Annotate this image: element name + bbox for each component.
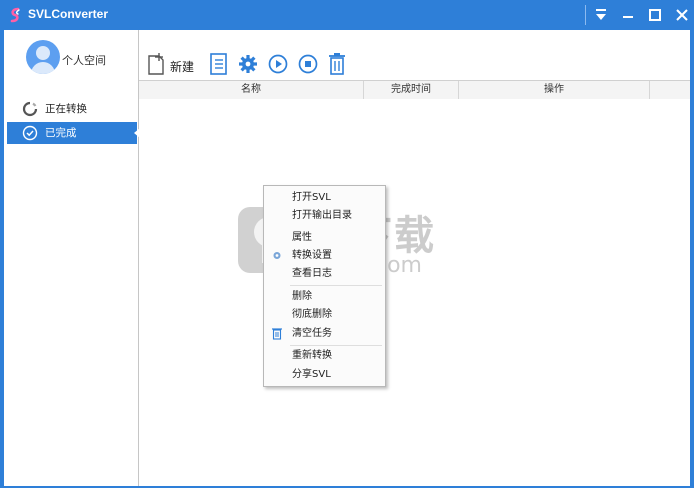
new-task-label: 新建 bbox=[170, 60, 195, 74]
avatar-head bbox=[36, 46, 50, 60]
menu-item-open-svl[interactable]: 打开SVL bbox=[292, 190, 331, 206]
menu-separator bbox=[290, 345, 382, 346]
menu-item-share-svl[interactable]: 分享SVL bbox=[292, 367, 331, 383]
settings-gear-icon bbox=[239, 55, 257, 73]
minimize-button[interactable] bbox=[614, 0, 642, 30]
task-list-area[interactable] bbox=[139, 99, 690, 488]
sidebar-item-label: 正在转换 bbox=[45, 103, 87, 115]
task-list-button[interactable] bbox=[209, 52, 229, 76]
menu-item-reconvert[interactable]: 重新转换 bbox=[292, 348, 332, 364]
title-separator bbox=[585, 5, 586, 25]
document-list-icon bbox=[210, 53, 227, 75]
dropdown-menu-icon bbox=[596, 9, 606, 20]
avatar-body bbox=[31, 62, 55, 74]
converting-spinner-icon bbox=[22, 101, 38, 117]
maximize-button[interactable] bbox=[641, 0, 669, 30]
avatar[interactable] bbox=[26, 40, 60, 74]
close-button[interactable] bbox=[668, 0, 694, 30]
maximize-icon bbox=[649, 9, 661, 21]
menu-item-convert-settings[interactable]: 转换设置 bbox=[292, 248, 332, 264]
menu-item-properties[interactable]: 属性 bbox=[292, 230, 312, 246]
close-icon bbox=[676, 9, 688, 21]
menu-item-clear-tasks[interactable]: 清空任务 bbox=[292, 326, 332, 342]
menu-separator bbox=[290, 285, 382, 286]
dropdown-menu-button[interactable] bbox=[587, 0, 615, 30]
column-divider bbox=[649, 81, 650, 99]
sidebar-item-completed[interactable]: 已完成 bbox=[7, 122, 140, 144]
play-button[interactable] bbox=[267, 52, 289, 76]
user-space-label[interactable]: 个人空间 bbox=[62, 52, 106, 68]
context-menu: 打开SVL 打开输出目录 属性 转换设置 查看日志 删除 彻底删除 清空任务 重… bbox=[263, 185, 386, 387]
table-header: 名称 完成时间 操作 bbox=[139, 80, 690, 100]
stop-button[interactable] bbox=[297, 52, 319, 76]
window-title: SVLConverter bbox=[28, 7, 109, 21]
column-header-finish-time[interactable]: 完成时间 bbox=[364, 81, 458, 99]
column-header-name[interactable]: 名称 bbox=[139, 81, 363, 99]
column-header-actions[interactable]: 操作 bbox=[459, 81, 649, 99]
sidebar: 个人空间 正在转换 已完成 bbox=[4, 30, 140, 488]
new-file-icon bbox=[148, 53, 164, 75]
trash-icon bbox=[272, 328, 282, 340]
new-task-button[interactable]: 新建 bbox=[146, 52, 200, 76]
stop-icon bbox=[298, 54, 318, 74]
toolbar: 新建 bbox=[139, 44, 690, 80]
check-circle-icon bbox=[22, 125, 38, 141]
window-frame-right bbox=[690, 30, 694, 488]
menu-item-open-output-dir[interactable]: 打开输出目录 bbox=[292, 208, 352, 224]
app-logo-icon bbox=[10, 7, 20, 23]
settings-button[interactable] bbox=[237, 52, 259, 76]
sidebar-item-label: 已完成 bbox=[45, 127, 77, 139]
menu-item-delete[interactable]: 删除 bbox=[292, 289, 312, 305]
settings-gear-icon bbox=[273, 252, 281, 259]
play-icon bbox=[268, 54, 288, 74]
menu-item-delete-permanently[interactable]: 彻底删除 bbox=[292, 307, 332, 323]
menu-item-view-log[interactable]: 查看日志 bbox=[292, 266, 332, 282]
title-bar: SVLConverter bbox=[0, 0, 694, 30]
trash-icon bbox=[329, 53, 345, 75]
delete-button[interactable] bbox=[327, 52, 347, 76]
sidebar-item-converting[interactable]: 正在转换 bbox=[7, 98, 137, 120]
minimize-icon bbox=[623, 16, 633, 18]
